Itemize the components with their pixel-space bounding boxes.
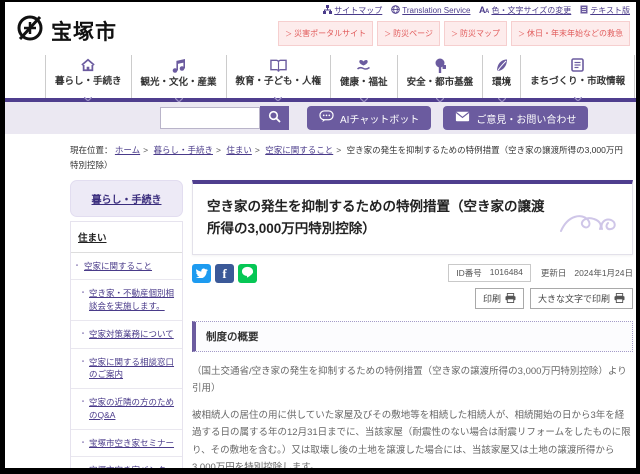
updated-date: 更新日 2024年1月24日 [540, 268, 633, 279]
chevron-down-icon [83, 88, 93, 106]
chevron-down-icon [174, 89, 183, 107]
mail-icon [455, 111, 470, 125]
line-share-button[interactable] [238, 264, 257, 284]
chevron-down-icon [497, 89, 507, 107]
tree-icon [433, 58, 447, 73]
holiday-emergency-button[interactable]: ＞休日・年末年始などの救急 [511, 21, 630, 46]
sidebar: 暮らし・手続き 住まい 空家に関すること 空き家・不動産個別相談会を実施します。… [70, 179, 183, 468]
sitemap-icon [323, 5, 333, 16]
social-share: f [192, 264, 257, 309]
sidebar-category-sumai[interactable]: 住まい [71, 222, 182, 253]
nav-kankyo[interactable]: 環境 [483, 55, 522, 103]
svg-text:A: A [485, 9, 489, 14]
sidebar-item-seminar[interactable]: 宝塚市空き家セミナー [71, 430, 182, 458]
content-columns: 暮らし・手続き 住まい 空家に関すること 空き家・不動産個別相談会を実施します。… [70, 179, 636, 468]
nav-kanko[interactable]: 観光・文化・産業 [132, 55, 227, 103]
search-bar: AIチャットボット ご意見・お問い合わせ [5, 102, 636, 134]
decorative-swirl [560, 211, 622, 242]
globe-icon [391, 5, 401, 16]
chevron-down-icon [573, 88, 583, 106]
breadcrumb-kurashi[interactable]: 暮らし・手続き [153, 145, 213, 155]
home-icon [80, 58, 96, 72]
global-nav: 暮らし・手続き 観光・文化・産業 教育・子ども・人権 健康・福祉 安全・都市基盤… [5, 55, 636, 103]
search-icon [268, 110, 281, 126]
sidebar-item-kinrin-qa[interactable]: 空家の近隣の方のためのQ&A [71, 389, 182, 430]
meta-info: ID番号 1016484 更新日 2024年1月24日 印刷 大きな文字で印刷 [448, 264, 633, 310]
heart-hand-icon [356, 58, 371, 73]
search-input[interactable] [160, 107, 260, 129]
printer-icon [614, 292, 625, 305]
sidebar-item-akiya-parent[interactable]: 空家に関すること [71, 253, 182, 281]
breadcrumb-akiya[interactable]: 空家に関すること [265, 145, 333, 155]
title-card: 空き家の発生を抑制するための特例措置（空き家の譲渡所得の3,000万円特別控除） [192, 179, 633, 256]
nav-machizukuri[interactable]: まちづくり・市政情報 [521, 55, 636, 102]
music-note-icon [172, 58, 186, 73]
document-icon [571, 58, 584, 72]
disaster-portal-button[interactable]: ＞災害ポータルサイト [278, 21, 374, 46]
nav-kyoiku[interactable]: 教育・子ども・人権 [227, 55, 332, 102]
open-book-icon [270, 58, 287, 72]
breadcrumb: 現在位置： ホーム > 暮らし・手続き > 住まい > 空家に関すること > 空き家の発… [70, 145, 623, 171]
article-body: （国土交通省/空き家の発生を抑制するための特例措置（空き家の譲渡所得の3,000… [192, 363, 633, 468]
site-name: 宝塚市 [51, 20, 117, 44]
emergency-links: ＞災害ポータルサイト ＞防災ページ ＞防災マップ ＞休日・年末年始などの救急 [278, 21, 630, 46]
header: 宝塚市 サイトマップ Translation Service AA 色・文字サイ… [5, 2, 636, 55]
text-version-link[interactable]: テキスト版 [580, 5, 630, 16]
twitter-bird-icon [195, 265, 208, 283]
nav-kenko[interactable]: 健康・福祉 [331, 55, 398, 103]
bousai-map-button[interactable]: ＞防災マップ [444, 21, 507, 46]
section-heading: 制度の概要 [192, 321, 633, 353]
breadcrumb-sumai[interactable]: 住まい [226, 145, 252, 155]
breadcrumb-prefix: 現在位置： [70, 145, 113, 155]
leaf-icon [495, 58, 508, 73]
sidebar-header-kurashi[interactable]: 暮らし・手続き [70, 179, 183, 217]
ai-chatbot-button[interactable]: AIチャットボット [307, 106, 432, 130]
page-title: 空き家の発生を抑制するための特例措置（空き家の譲渡所得の3,000万円特別控除） [207, 198, 545, 236]
chevron-down-icon [435, 89, 445, 107]
sidebar-menu: 住まい 空家に関すること 空き家・不動産個別相談会を実施します。 空家対策業務に… [70, 220, 183, 468]
translation-link[interactable]: Translation Service [391, 5, 470, 16]
utility-links: サイトマップ Translation Service AA 色・文字サイズの変更… [323, 5, 630, 16]
chat-bubble-icon [319, 110, 334, 126]
city-emblem-icon [15, 13, 45, 48]
id-number: ID番号 1016484 [448, 264, 531, 283]
bousai-page-button[interactable]: ＞防災ページ [377, 21, 440, 46]
search-button[interactable] [260, 106, 289, 130]
line-bubble-icon [241, 265, 254, 283]
sidebar-item-soudankai[interactable]: 空き家・不動産個別相談会を実施します。 [71, 280, 182, 321]
sidebar-item-soudan-madoguchi[interactable]: 空家に関する相談窓口のご案内 [71, 349, 182, 390]
facebook-share-button[interactable]: f [215, 264, 234, 284]
text-page-icon [580, 5, 588, 16]
printer-icon [505, 292, 516, 305]
site-logo[interactable]: 宝塚市 [15, 13, 117, 48]
twitter-share-button[interactable] [192, 264, 211, 284]
meta-row: f ID番号 1016484 更新日 2024年1月24日 印刷 大きな文字で印… [192, 264, 633, 310]
font-size-icon: AA [479, 5, 490, 16]
paragraph-citation: （国土交通省/空き家の発生を抑制するための特例措置（空き家の譲渡所得の3,000… [192, 366, 627, 395]
print-button[interactable]: 印刷 [474, 288, 524, 310]
facebook-f-icon: f [222, 265, 227, 281]
contact-button[interactable]: ご意見・お問い合わせ [443, 106, 589, 130]
print-large-button[interactable]: 大きな文字で印刷 [529, 288, 633, 310]
main-content: 空き家の発生を抑制するための特例措置（空き家の譲渡所得の3,000万円特別控除）… [192, 179, 633, 468]
page: 宝塚市 サイトマップ Translation Service AA 色・文字サイ… [5, 2, 636, 468]
font-color-size-link[interactable]: AA 色・文字サイズの変更 [479, 5, 571, 16]
breadcrumb-home[interactable]: ホーム [115, 145, 140, 155]
nav-kurashi[interactable]: 暮らし・手続き [45, 55, 132, 102]
sidebar-item-taisaku[interactable]: 空家対策業務について [71, 321, 182, 349]
chevron-down-icon [359, 89, 369, 107]
chevron-down-icon [273, 88, 283, 106]
nav-anzen[interactable]: 安全・都市基盤 [398, 55, 484, 103]
paragraph-overview: 被相続人の居住の用に供していた家屋及びその敷地等を相続した相続人が、相続開始の日… [192, 410, 631, 468]
sitemap-link[interactable]: サイトマップ [323, 5, 382, 16]
sidebar-item-bank[interactable]: 宝塚市空き家バンク [71, 457, 182, 468]
